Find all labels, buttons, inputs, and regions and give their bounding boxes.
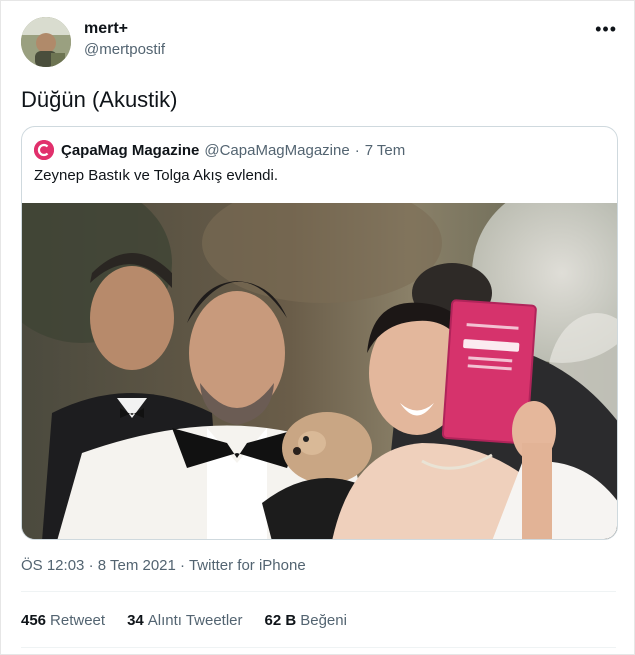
ellipsis-icon[interactable]: ••• — [595, 19, 617, 40]
divider — [21, 591, 616, 592]
avatar[interactable] — [21, 17, 71, 67]
tweet-date[interactable]: 8 Tem 2021 — [98, 557, 176, 574]
quoted-media-photo[interactable] — [22, 203, 617, 539]
retweet-count: 456 — [21, 612, 47, 629]
quoted-tweet-header: ÇapaMag Magazine @CapaMagMagazine · 7 Te… — [34, 139, 405, 161]
tweet-card: mert+ @mertpostif ••• Düğün (Akustik) Ça… — [0, 0, 635, 655]
tweet-meta: ÖS 12:03 · 8 Tem 2021 · Twitter for iPho… — [21, 557, 306, 574]
tweet-header: mert+ @mertpostif ••• — [21, 15, 621, 67]
quote-tweet-count: 34 — [127, 612, 144, 629]
quote-tweet-label: Alıntı Tweetler — [147, 612, 243, 629]
retweet-label: Retweet — [50, 612, 106, 629]
separator-dot: · — [354, 141, 360, 159]
quoted-date[interactable]: 7 Tem — [365, 142, 406, 159]
quoted-author-name[interactable]: ÇapaMag Magazine — [61, 142, 199, 159]
engagement-stats: 456 Retweet 34 Alıntı Tweetler 62 B Beğeni — [21, 612, 347, 629]
divider — [21, 647, 616, 648]
tweet-text: Düğün (Akustik) — [21, 87, 178, 112]
author-handle[interactable]: @mertpostif — [84, 41, 165, 58]
quote-tweet-stat[interactable]: 34 Alıntı Tweetler — [127, 612, 242, 629]
like-count: 62 B — [264, 612, 297, 629]
separator-dot: · — [88, 557, 94, 574]
quoted-author-handle[interactable]: @CapaMagMagazine — [204, 142, 349, 159]
retweet-stat[interactable]: 456 Retweet — [21, 612, 105, 629]
author-name[interactable]: mert+ — [84, 20, 128, 38]
quoted-text: Zeynep Bastık ve Tolga Akış evlendi. — [34, 167, 279, 184]
quoted-tweet[interactable]: ÇapaMag Magazine @CapaMagMagazine · 7 Te… — [21, 126, 618, 540]
like-label: Beğeni — [300, 612, 347, 629]
tweet-time[interactable]: ÖS 12:03 — [21, 557, 84, 574]
quoted-avatar[interactable] — [34, 140, 54, 160]
separator-dot: · — [180, 557, 186, 574]
like-stat[interactable]: 62 B Beğeni — [265, 612, 347, 629]
tweet-source[interactable]: Twitter for iPhone — [189, 557, 306, 574]
